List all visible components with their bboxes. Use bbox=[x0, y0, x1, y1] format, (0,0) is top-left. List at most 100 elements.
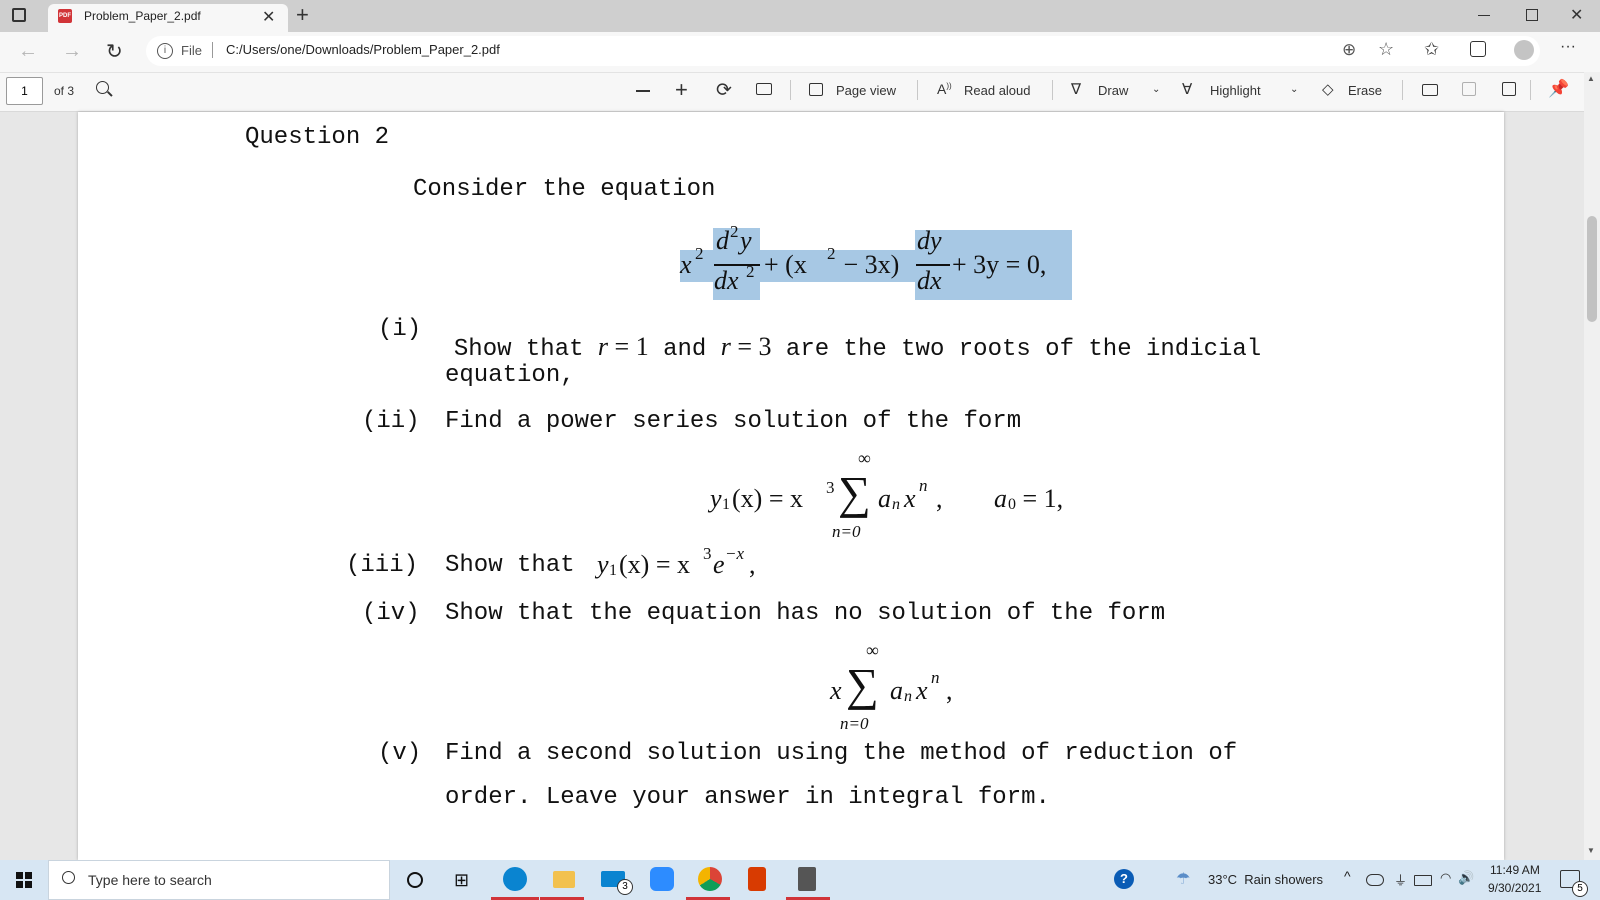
read-aloud-icon: A)) bbox=[937, 81, 952, 97]
item-number-iii: (iii) bbox=[346, 552, 419, 579]
zoom-icon[interactable]: ⊕ bbox=[1342, 40, 1356, 60]
office-icon[interactable] bbox=[748, 867, 766, 891]
zoom-out-icon[interactable] bbox=[636, 90, 650, 92]
help-icon[interactable]: ? bbox=[1114, 869, 1134, 889]
sigma-sum: ∑ bbox=[838, 467, 871, 518]
erase-icon: ◇ bbox=[1322, 81, 1334, 98]
tab-actions-icon[interactable] bbox=[12, 8, 26, 22]
page-number-input[interactable]: 1 bbox=[6, 77, 43, 105]
windows-start-icon[interactable] bbox=[16, 872, 32, 888]
print-icon[interactable] bbox=[1422, 84, 1438, 96]
eq-dx-den2: dx bbox=[917, 266, 942, 295]
toolbar-divider bbox=[1052, 80, 1053, 100]
page-view-icon[interactable] bbox=[809, 83, 823, 96]
back-icon[interactable]: ← bbox=[18, 40, 38, 63]
zoom-in-icon[interactable]: + bbox=[675, 77, 688, 103]
scroll-down-arrow-icon[interactable]: ▼ bbox=[1587, 846, 1595, 855]
highlight-icon: ∀ bbox=[1182, 81, 1193, 98]
eq-middle-exp: 2 bbox=[827, 244, 836, 263]
item-number-v: (v) bbox=[378, 740, 422, 767]
pin-toolbar-icon[interactable]: 📌 bbox=[1548, 79, 1569, 99]
chrome-icon[interactable] bbox=[698, 867, 722, 891]
weather-icon: ☂ bbox=[1176, 871, 1191, 888]
weather-text[interactable]: 33°C Rain showers bbox=[1208, 872, 1323, 887]
toolbar-divider bbox=[790, 80, 791, 100]
edge-app-icon[interactable] bbox=[503, 867, 527, 891]
main-equation: x 2 d 2 y dx 2 + (x 2 − 3x) dy dx + 3y =… bbox=[680, 222, 1080, 300]
item-ii-text: Find a power series solution of the form bbox=[445, 408, 1022, 435]
add-favorite-icon[interactable]: ☆ bbox=[1378, 39, 1394, 60]
favorites-icon[interactable]: ✩ bbox=[1424, 39, 1439, 60]
rotate-icon[interactable]: ⟳ bbox=[716, 79, 732, 102]
draw-button[interactable]: Draw bbox=[1098, 83, 1128, 98]
eq-d-num: d bbox=[716, 226, 729, 255]
cortana-icon[interactable] bbox=[407, 872, 423, 888]
minimize-icon[interactable] bbox=[1478, 15, 1490, 16]
toolbar-divider bbox=[1402, 80, 1403, 100]
file-explorer-icon[interactable] bbox=[553, 871, 575, 888]
eq-dy-num: dy bbox=[917, 226, 942, 255]
item-i-line2: equation, bbox=[445, 362, 575, 389]
item-i-line1: Show that r = 1 and r = 3 are the two ro… bbox=[453, 332, 1262, 363]
collections-icon[interactable] bbox=[1470, 41, 1486, 57]
zoom-app-icon[interactable] bbox=[650, 867, 674, 891]
close-window-icon[interactable]: ✕ bbox=[1570, 5, 1583, 25]
vertical-scrollbar[interactable] bbox=[1584, 72, 1600, 860]
eq-middle: + (x bbox=[764, 250, 807, 279]
page-view-button[interactable]: Page view bbox=[836, 83, 896, 98]
item-number-iv: (iv) bbox=[362, 600, 420, 627]
more-icon[interactable]: ··· bbox=[1560, 38, 1576, 56]
clock-time[interactable]: 11:49 AM bbox=[1490, 863, 1540, 877]
eq-end: + 3y = 0, bbox=[952, 250, 1047, 279]
toolbar-divider bbox=[917, 80, 918, 100]
item-number-ii: (ii) bbox=[362, 408, 420, 435]
highlight-button[interactable]: Highlight bbox=[1210, 83, 1261, 98]
taskbar-search-placeholder: Type here to search bbox=[88, 872, 212, 888]
eq-x: x bbox=[680, 250, 692, 279]
eq-middle-rest: − 3x) bbox=[837, 250, 900, 279]
eq-x-exp: 2 bbox=[695, 244, 704, 263]
notification-badge: 5 bbox=[1572, 881, 1588, 897]
scroll-up-arrow-icon[interactable]: ▲ bbox=[1587, 74, 1595, 83]
draw-chevron-down-icon[interactable]: ⌄ bbox=[1152, 84, 1160, 95]
new-tab-icon[interactable]: + bbox=[296, 2, 309, 28]
forward-icon[interactable]: → bbox=[62, 40, 82, 63]
item-iv-text: Show that the equation has no solution o… bbox=[445, 600, 1166, 627]
task-view-icon[interactable]: ⊞ bbox=[454, 870, 469, 891]
calculator-icon[interactable] bbox=[798, 867, 816, 891]
eq-y-num: y bbox=[740, 226, 752, 255]
show-hidden-icons-chevron-up-icon[interactable]: ^ bbox=[1344, 868, 1351, 884]
intro-text: Consider the equation bbox=[413, 176, 716, 203]
eq-dx-den: dx bbox=[714, 266, 739, 295]
taskbar-search-icon bbox=[62, 871, 75, 884]
scrollbar-thumb[interactable] bbox=[1587, 216, 1597, 322]
pdf-file-icon: PDF bbox=[58, 9, 72, 23]
wifi-icon[interactable]: ◠ bbox=[1440, 870, 1451, 886]
toolbar-divider bbox=[1530, 80, 1531, 100]
sigma-sum: ∑ bbox=[846, 659, 879, 710]
save-as-icon[interactable] bbox=[1502, 82, 1516, 96]
onedrive-icon[interactable] bbox=[1366, 874, 1384, 886]
refresh-icon[interactable]: ↻ bbox=[106, 39, 123, 64]
clock-date[interactable]: 9/30/2021 bbox=[1488, 881, 1541, 895]
fit-page-icon[interactable] bbox=[756, 83, 772, 95]
read-aloud-button[interactable]: Read aloud bbox=[964, 83, 1031, 98]
question-title: Question 2 bbox=[245, 124, 390, 151]
item-iii-line: Show that y 1 (x) = x 3 e −x , bbox=[445, 544, 756, 579]
battery-icon[interactable] bbox=[1414, 875, 1432, 886]
info-icon[interactable]: i bbox=[157, 43, 173, 59]
restore-icon[interactable] bbox=[1526, 9, 1538, 21]
tab-close-icon[interactable]: ✕ bbox=[262, 7, 275, 27]
page-total: of 3 bbox=[54, 84, 75, 98]
profile-avatar[interactable] bbox=[1514, 40, 1534, 60]
series-form-equation: x ∞ ∑ n=0 a n x n , bbox=[830, 640, 953, 733]
usb-icon[interactable]: ⏚ bbox=[1394, 870, 1407, 889]
volume-icon[interactable]: 🔊 bbox=[1458, 870, 1474, 886]
save-icon[interactable] bbox=[1462, 82, 1476, 96]
tab-title: Problem_Paper_2.pdf bbox=[84, 9, 201, 23]
highlight-chevron-down-icon[interactable]: ⌄ bbox=[1290, 84, 1298, 95]
eq-dx-den-exp: 2 bbox=[746, 262, 755, 281]
eq-d-num-exp: 2 bbox=[730, 222, 739, 241]
erase-button[interactable]: Erase bbox=[1348, 83, 1382, 98]
address-url[interactable]: C:/Users/one/Downloads/Problem_Paper_2.p… bbox=[226, 42, 500, 57]
